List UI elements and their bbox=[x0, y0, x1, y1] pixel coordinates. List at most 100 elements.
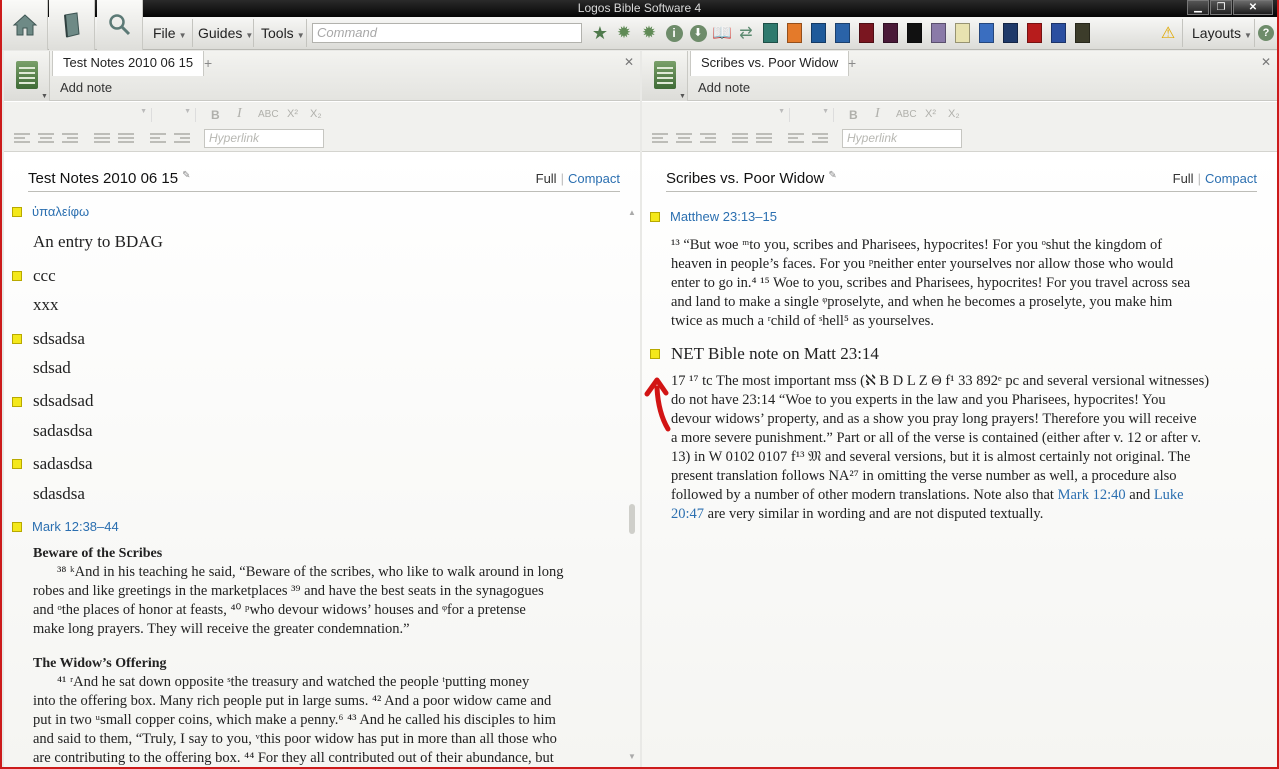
layouts-menu[interactable]: Layouts ▼ bbox=[1192, 25, 1252, 41]
close-panel-icon[interactable]: ✕ bbox=[1261, 55, 1271, 69]
scrollbar-thumb[interactable] bbox=[629, 504, 635, 534]
new-tab-icon[interactable]: + bbox=[204, 55, 212, 71]
book-shortcut-icon[interactable] bbox=[1003, 23, 1018, 43]
gears-icon[interactable]: ✹ bbox=[639, 22, 659, 44]
note-text[interactable]: xxx bbox=[33, 295, 59, 315]
note-marker[interactable] bbox=[12, 459, 22, 469]
align-center-icon[interactable] bbox=[38, 133, 54, 145]
passage-reference-link[interactable]: Mark 12:38–44 bbox=[32, 519, 119, 534]
hyperlink-input[interactable]: Hyperlink bbox=[204, 129, 324, 148]
sync-icon[interactable]: ⇄ bbox=[736, 22, 756, 44]
italic-button[interactable]: I bbox=[237, 106, 242, 122]
book-shortcut-icon[interactable] bbox=[859, 23, 874, 43]
note-anchor[interactable]: sdsadsa bbox=[33, 329, 85, 349]
superscript-button[interactable]: X² bbox=[287, 108, 298, 120]
command-input[interactable]: Command bbox=[312, 23, 582, 43]
font-dropdown[interactable]: ▼ bbox=[4, 108, 152, 122]
book-shortcut-icon[interactable] bbox=[931, 23, 946, 43]
align-right-icon[interactable] bbox=[62, 133, 78, 145]
tab-scribes-vs-poor-widow[interactable]: Scribes vs. Poor Widow bbox=[690, 51, 850, 76]
download-icon[interactable]: ⬇ bbox=[688, 22, 708, 44]
bullet-list-icon[interactable] bbox=[94, 133, 110, 145]
align-left-icon[interactable] bbox=[14, 133, 30, 145]
note-text[interactable]: sdsad bbox=[33, 358, 71, 378]
book-shortcut-icon[interactable] bbox=[883, 23, 898, 43]
menu-file[interactable]: File ▼ bbox=[153, 25, 186, 41]
indent-icon[interactable] bbox=[174, 133, 190, 145]
book-shortcut-icon[interactable] bbox=[763, 23, 778, 43]
strikethrough-button[interactable]: ABC bbox=[258, 109, 279, 120]
note-marker[interactable] bbox=[650, 212, 660, 222]
vertical-scrollbar[interactable]: ▲ ▼ bbox=[628, 162, 636, 761]
numbered-list-icon[interactable] bbox=[118, 133, 134, 145]
note-marker[interactable] bbox=[650, 349, 660, 359]
book-shortcut-icon[interactable] bbox=[955, 23, 970, 43]
close-button[interactable]: ✕ bbox=[1233, 0, 1273, 15]
note-marker[interactable] bbox=[12, 334, 22, 344]
book-shortcut-icon[interactable] bbox=[787, 23, 802, 43]
subscript-button[interactable]: X₂ bbox=[948, 108, 960, 120]
book-shortcut-icon[interactable] bbox=[811, 23, 826, 43]
minimize-button[interactable]: ▁ bbox=[1187, 0, 1209, 15]
warning-icon[interactable]: ⚠ bbox=[1158, 22, 1178, 44]
luke-20-47-link[interactable]: Luke bbox=[1154, 487, 1184, 503]
font-dropdown[interactable]: ▼ bbox=[642, 108, 790, 122]
library-button[interactable] bbox=[49, 0, 95, 50]
numbered-list-icon[interactable] bbox=[756, 133, 772, 145]
note-text[interactable]: sadasdsa bbox=[33, 421, 92, 441]
passage-reference-link[interactable]: Matthew 23:13–15 bbox=[670, 209, 777, 224]
book-shortcut-icon[interactable] bbox=[1075, 23, 1090, 43]
edit-pencil-icon[interactable]: ✎ bbox=[182, 170, 190, 181]
superscript-button[interactable]: X² bbox=[925, 108, 936, 120]
gear-icon[interactable]: ✹ bbox=[614, 22, 634, 44]
subscript-button[interactable]: X₂ bbox=[310, 108, 322, 120]
document-title[interactable]: Test Notes 2010 06 15 ✎ bbox=[28, 170, 191, 187]
note-anchor[interactable]: sdsadsad bbox=[33, 391, 93, 411]
book-shortcut-icon[interactable] bbox=[1051, 23, 1066, 43]
reading-icon[interactable]: 📖 bbox=[712, 22, 732, 44]
view-compact-button[interactable]: Compact bbox=[568, 171, 620, 186]
panel-menu-button[interactable]: ▼ bbox=[642, 51, 688, 101]
new-tab-icon[interactable]: + bbox=[848, 55, 856, 71]
align-center-icon[interactable] bbox=[676, 133, 692, 145]
size-dropdown[interactable]: ▼ bbox=[154, 108, 196, 122]
outdent-icon[interactable] bbox=[788, 133, 804, 145]
bullet-list-icon[interactable] bbox=[732, 133, 748, 145]
book-shortcut-icon[interactable] bbox=[979, 23, 994, 43]
add-note-button[interactable]: Add note bbox=[698, 80, 750, 95]
favorites-icon[interactable]: ★ bbox=[590, 22, 610, 44]
view-full-button[interactable]: Full bbox=[536, 171, 557, 186]
size-dropdown[interactable]: ▼ bbox=[792, 108, 834, 122]
align-left-icon[interactable] bbox=[652, 133, 668, 145]
note-marker[interactable] bbox=[12, 397, 22, 407]
note-marker[interactable] bbox=[12, 207, 22, 217]
menu-tools[interactable]: Tools ▼ bbox=[261, 25, 305, 41]
bold-button[interactable]: B bbox=[849, 108, 858, 122]
book-shortcut-icon[interactable] bbox=[835, 23, 850, 43]
note-text[interactable]: sdasdsa bbox=[33, 484, 85, 504]
help-icon[interactable]: ? bbox=[1256, 22, 1276, 44]
outdent-icon[interactable] bbox=[150, 133, 166, 145]
italic-button[interactable]: I bbox=[875, 106, 880, 122]
view-full-button[interactable]: Full bbox=[1173, 171, 1194, 186]
bold-button[interactable]: B bbox=[211, 108, 220, 122]
search-button[interactable] bbox=[97, 0, 143, 50]
note-anchor[interactable]: ὑπαλείφω bbox=[32, 204, 89, 219]
hyperlink-input[interactable]: Hyperlink bbox=[842, 129, 962, 148]
info-icon[interactable]: i bbox=[664, 22, 684, 44]
note-marker[interactable] bbox=[12, 271, 22, 281]
note-anchor[interactable]: sadasdsa bbox=[33, 454, 92, 474]
note-anchor[interactable]: ccc bbox=[33, 266, 56, 286]
note-text[interactable]: An entry to BDAG bbox=[33, 232, 163, 252]
close-panel-icon[interactable]: ✕ bbox=[624, 55, 634, 69]
align-right-icon[interactable] bbox=[700, 133, 716, 145]
strikethrough-button[interactable]: ABC bbox=[896, 109, 917, 120]
note-title[interactable]: NET Bible note on Matt 23:14 bbox=[671, 344, 879, 364]
menu-guides[interactable]: Guides ▼ bbox=[198, 25, 253, 41]
view-compact-button[interactable]: Compact bbox=[1205, 171, 1257, 186]
restore-button[interactable]: ❐ bbox=[1210, 0, 1232, 15]
add-note-button[interactable]: Add note bbox=[60, 80, 112, 95]
panel-menu-button[interactable]: ▼ bbox=[4, 51, 50, 101]
luke-20-47-link[interactable]: 20:47 bbox=[671, 506, 704, 522]
indent-icon[interactable] bbox=[812, 133, 828, 145]
